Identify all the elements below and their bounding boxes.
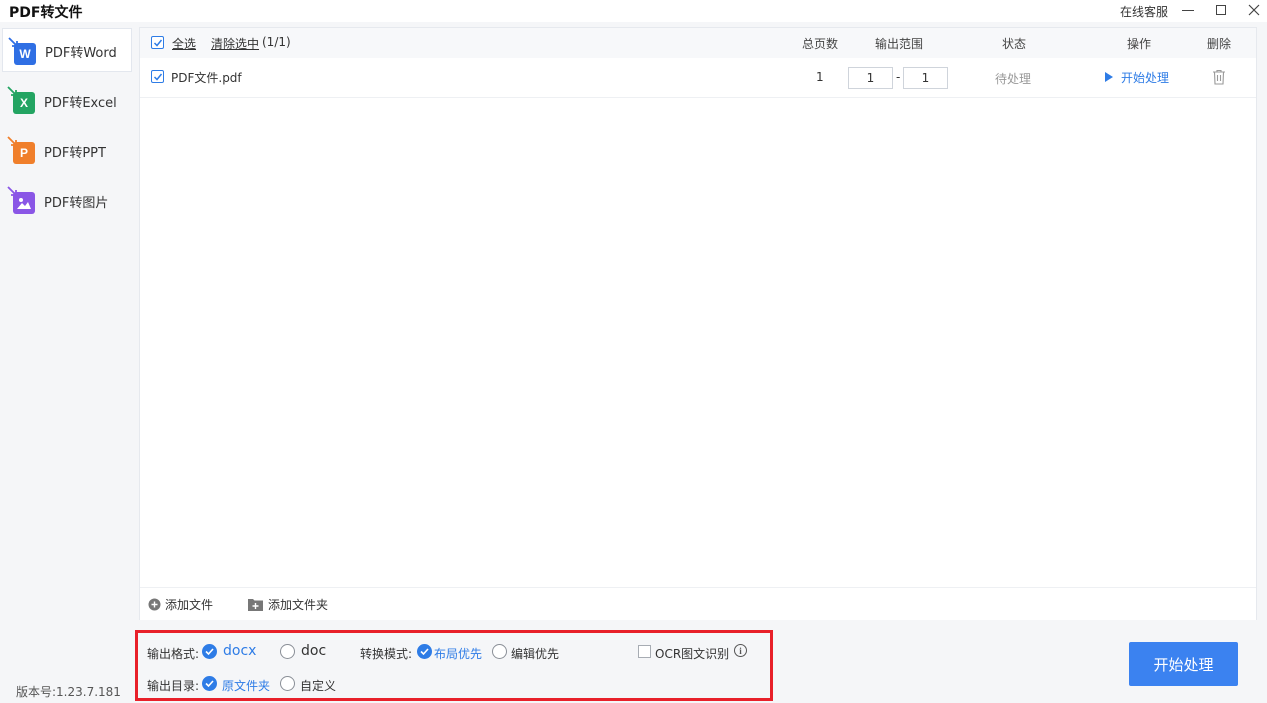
- version-label: 版本号:1.23.7.181: [16, 685, 121, 699]
- add-file-label: 添加文件: [165, 597, 214, 612]
- file-status: 待处理: [995, 72, 1032, 86]
- add-folder-label: 添加文件夹: [268, 597, 329, 612]
- range-from-input[interactable]: 1: [848, 67, 893, 89]
- start-process-button[interactable]: 开始处理: [1129, 642, 1238, 686]
- close-icon: [1248, 4, 1260, 16]
- excel-icon: X: [7, 86, 36, 114]
- app-title: PDF转文件: [9, 5, 83, 21]
- online-service-link[interactable]: 在线客服: [1120, 3, 1168, 20]
- output-dir-label: 输出目录:: [147, 679, 200, 693]
- word-icon: W: [8, 37, 37, 65]
- select-all-link[interactable]: 全选: [172, 35, 196, 52]
- mode-layout-label[interactable]: 布局优先: [434, 645, 482, 662]
- mode-edit-radio[interactable]: [492, 644, 507, 659]
- maximize-button[interactable]: [1210, 0, 1232, 20]
- column-header-range: 输出范围: [875, 37, 924, 51]
- dir-source-label[interactable]: 原文件夹: [222, 677, 270, 694]
- title-bar: PDF转文件 在线客服: [0, 0, 1267, 22]
- sidebar: W PDF转Word X PDF转Excel P PDF转PPT PDF转图片: [0, 22, 134, 703]
- start-process-row-button[interactable]: 开始处理: [1121, 69, 1169, 86]
- close-button[interactable]: [1243, 0, 1265, 20]
- range-to-input[interactable]: 1: [903, 67, 948, 89]
- column-header-delete: 删除: [1207, 37, 1232, 51]
- sidebar-item-label: PDF转图片: [44, 196, 109, 211]
- output-options-panel: 输出格式: docx doc 转换模式: 布局优先 编辑优先 OCR图文识别 i…: [135, 630, 773, 701]
- minimize-button[interactable]: [1177, 0, 1199, 20]
- table-row: PDF文件.pdf 1 1 - 1 待处理 开始处理: [140, 58, 1256, 98]
- dir-custom-radio[interactable]: [280, 676, 295, 691]
- sidebar-item-label: PDF转Word: [45, 46, 117, 61]
- sidebar-item-pdf-to-image[interactable]: PDF转图片: [2, 178, 132, 222]
- add-file-button[interactable]: 添加文件: [148, 596, 213, 612]
- clear-selected-link[interactable]: 清除选中: [211, 35, 259, 52]
- sidebar-item-pdf-to-ppt[interactable]: P PDF转PPT: [2, 128, 132, 172]
- ppt-icon: P: [7, 136, 36, 164]
- sidebar-item-pdf-to-excel[interactable]: X PDF转Excel: [2, 78, 132, 122]
- file-list-panel: 全选 清除选中 (1/1) 总页数 输出范围 状态 操作 删除 PDF文件.pd…: [139, 27, 1257, 620]
- folder-plus-icon: [248, 598, 263, 611]
- range-separator: -: [896, 70, 901, 84]
- mode-edit-label[interactable]: 编辑优先: [511, 645, 559, 662]
- sidebar-item-label: PDF转PPT: [44, 146, 106, 161]
- output-format-label: 输出格式:: [147, 647, 200, 661]
- select-all-checkbox[interactable]: [151, 36, 164, 49]
- add-folder-button[interactable]: 添加文件夹: [248, 596, 328, 612]
- convert-mode-label: 转换模式:: [360, 647, 413, 661]
- format-docx-radio[interactable]: [202, 644, 217, 659]
- sidebar-item-pdf-to-word[interactable]: W PDF转Word: [2, 28, 132, 72]
- dir-custom-label[interactable]: 自定义: [300, 677, 336, 694]
- format-doc-radio[interactable]: [280, 644, 295, 659]
- minimize-icon: [1182, 9, 1194, 11]
- format-doc-label[interactable]: doc: [301, 643, 326, 659]
- format-docx-label[interactable]: docx: [223, 643, 256, 659]
- maximize-icon: [1216, 5, 1226, 15]
- image-icon: [7, 186, 36, 214]
- ocr-label[interactable]: OCR图文识别: [655, 645, 729, 662]
- info-icon[interactable]: i: [734, 644, 747, 657]
- plus-circle-icon: [148, 598, 161, 610]
- file-name: PDF文件.pdf: [171, 71, 242, 85]
- column-header-action: 操作: [1127, 37, 1152, 51]
- trash-icon[interactable]: [1212, 69, 1226, 85]
- list-header: 全选 清除选中 (1/1) 总页数 输出范围 状态 操作 删除: [140, 28, 1256, 58]
- column-header-pages: 总页数: [802, 37, 839, 51]
- selected-count: (1/1): [262, 35, 291, 49]
- sidebar-item-label: PDF转Excel: [44, 96, 117, 111]
- mode-layout-radio[interactable]: [417, 644, 432, 659]
- file-page-count: 1: [816, 70, 824, 84]
- file-checkbox[interactable]: [151, 70, 164, 83]
- list-footer: 添加文件 添加文件夹: [140, 587, 1256, 620]
- ocr-checkbox[interactable]: [638, 645, 651, 658]
- play-icon: [1105, 72, 1113, 82]
- dir-source-radio[interactable]: [202, 676, 217, 691]
- column-header-status: 状态: [1002, 37, 1027, 51]
